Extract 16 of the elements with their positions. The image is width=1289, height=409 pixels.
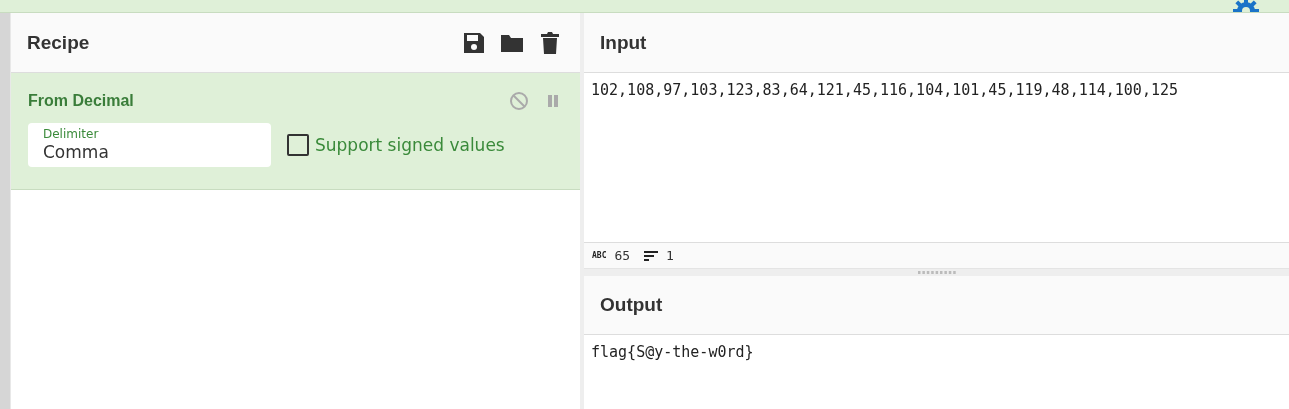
checkbox[interactable] bbox=[287, 134, 309, 156]
output-title: Output bbox=[600, 294, 664, 316]
checkbox-label: Support signed values bbox=[315, 135, 505, 155]
length-count: 65 bbox=[614, 248, 631, 263]
output-text[interactable]: flag{S@y-the-w0rd} bbox=[584, 335, 1289, 369]
lines-count: 1 bbox=[666, 248, 674, 263]
resize-handle[interactable] bbox=[917, 271, 956, 274]
delimiter-field[interactable]: Delimiter Comma bbox=[28, 123, 271, 167]
delete-icon[interactable] bbox=[538, 30, 562, 55]
recipe-title: Recipe bbox=[27, 31, 91, 54]
lines-icon bbox=[644, 249, 659, 262]
length-icon: ABC bbox=[592, 251, 607, 260]
input-text[interactable]: 102,108,97,103,123,83,64,121,45,116,104,101,45,119,48,114,100,125 bbox=[584, 73, 1289, 107]
input-title: Input bbox=[600, 31, 648, 54]
save-icon[interactable] bbox=[462, 30, 486, 55]
operation-name: From Decimal bbox=[28, 92, 135, 110]
